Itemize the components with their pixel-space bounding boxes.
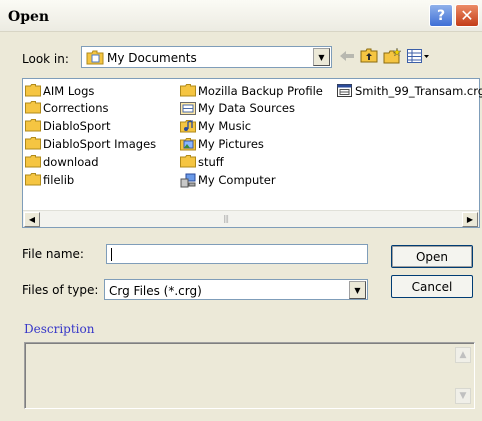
list-item[interactable]: My Data Sources: [180, 100, 295, 116]
list-item[interactable]: My Pictures: [180, 136, 264, 152]
file-name: AIM Logs: [43, 84, 95, 98]
crg-file-icon: [337, 84, 353, 98]
new-folder-icon: [383, 46, 402, 67]
look-in-label: Look in:: [22, 52, 69, 66]
up-folder-button[interactable]: [359, 48, 379, 66]
description-box[interactable]: ▲ ▼: [24, 342, 475, 409]
file-name: My Pictures: [198, 137, 264, 151]
horizontal-scrollbar[interactable]: ◀ ||| ▶: [23, 210, 479, 227]
folder-icon: [25, 155, 41, 169]
scroll-up-button[interactable]: ▲: [455, 347, 471, 363]
files-of-type-value: Crg Files (*.crg): [109, 284, 202, 298]
open-dialog: Open ? ✕ Look in: My Documents ▼ AIM Log…: [0, 0, 482, 421]
text-caret: [111, 248, 112, 261]
list-item[interactable]: DiabloSport Images: [25, 136, 156, 152]
list-item[interactable]: Smith_99_Transam.crg: [337, 83, 482, 99]
file-name: DiabloSport: [43, 119, 111, 133]
look-in-value: My Documents: [107, 51, 197, 65]
file-name: filelib: [43, 173, 75, 187]
look-in-combo[interactable]: My Documents ▼: [81, 46, 332, 68]
folder-icon: [25, 119, 41, 133]
back-button[interactable]: [338, 48, 356, 66]
file-name: My Data Sources: [198, 101, 295, 115]
scroll-right-button[interactable]: ▶: [462, 212, 478, 227]
scroll-thumb-grip-icon: |||: [223, 214, 229, 223]
list-item[interactable]: filelib: [25, 172, 74, 188]
list-item[interactable]: AIM Logs: [25, 83, 94, 99]
scroll-left-button[interactable]: ◀: [24, 212, 40, 227]
music-folder-icon: [180, 119, 196, 133]
files-of-type-label: Files of type:: [22, 283, 99, 297]
close-button[interactable]: ✕: [455, 4, 479, 27]
file-name-label: File name:: [22, 247, 84, 261]
list-item[interactable]: Corrections: [25, 100, 109, 116]
chevron-down-icon: ▼: [354, 285, 361, 295]
chevron-down-icon: ▼: [318, 52, 325, 62]
scroll-down-button[interactable]: ▼: [455, 388, 471, 404]
file-name-input[interactable]: [106, 244, 368, 264]
my-documents-icon: [86, 50, 104, 68]
files-of-type-combo[interactable]: Crg Files (*.crg) ▼: [104, 279, 368, 300]
files-of-type-dropdown-button[interactable]: ▼: [349, 281, 366, 299]
back-arrow-icon: [340, 50, 354, 64]
folder-icon: [25, 84, 41, 98]
pictures-folder-icon: [180, 137, 196, 151]
list-item[interactable]: stuff: [180, 154, 224, 170]
chevron-right-icon: ▶: [466, 215, 474, 224]
file-name: stuff: [198, 155, 224, 169]
description-label: Description: [24, 322, 95, 336]
folder-icon: [180, 155, 196, 169]
look-in-dropdown-button[interactable]: ▼: [313, 48, 330, 66]
file-name: DiabloSport Images: [43, 137, 157, 151]
file-name: My Computer: [198, 173, 276, 187]
file-name: Corrections: [43, 101, 109, 115]
folder-icon: [25, 173, 41, 187]
cancel-button[interactable]: Cancel: [391, 275, 473, 298]
title-bar[interactable]: Open ? ✕: [0, 0, 482, 32]
folder-icon: [25, 101, 41, 115]
view-menu-button[interactable]: [406, 48, 432, 66]
close-icon: ✕: [460, 6, 474, 25]
chevron-up-icon: ▲: [459, 350, 467, 360]
file-name: Mozilla Backup Profile: [198, 84, 323, 98]
file-name: Smith_99_Transam.crg: [355, 84, 482, 98]
folder-icon: [25, 137, 41, 151]
dialog-title: Open: [8, 9, 50, 25]
file-name: My Music: [198, 119, 252, 133]
new-folder-button[interactable]: [382, 46, 402, 67]
file-name: download: [43, 155, 99, 169]
up-folder-icon: [360, 48, 378, 66]
chevron-left-icon: ◀: [28, 215, 36, 224]
list-item[interactable]: download: [25, 154, 99, 170]
data-sources-icon: [180, 101, 196, 115]
view-menu-icon: [407, 48, 431, 66]
open-button[interactable]: Open: [391, 245, 473, 268]
help-icon: ?: [436, 7, 446, 24]
list-item[interactable]: My Computer: [180, 172, 276, 188]
file-list[interactable]: AIM Logs Corrections DiabloSport DiabloS…: [22, 78, 482, 228]
folder-icon: [180, 84, 196, 98]
list-item[interactable]: Mozilla Backup Profile: [180, 83, 323, 99]
list-item[interactable]: DiabloSport: [25, 118, 111, 134]
list-item[interactable]: My Music: [180, 118, 251, 134]
help-button[interactable]: ?: [429, 4, 453, 27]
computer-icon: [180, 173, 196, 188]
chevron-down-icon: ▼: [459, 391, 467, 401]
